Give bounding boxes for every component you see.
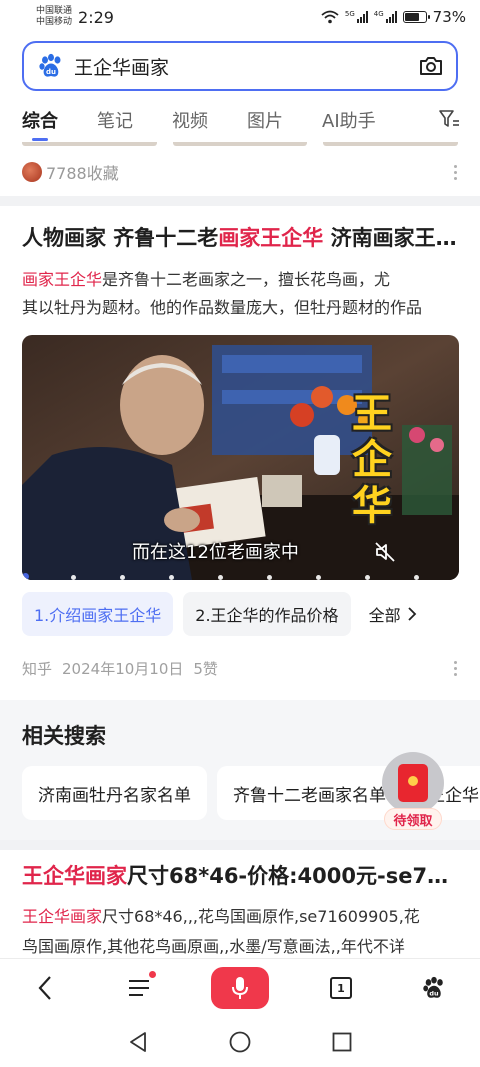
more-options-icon[interactable] xyxy=(454,660,458,676)
search-box[interactable]: du 王企华画家 xyxy=(22,41,458,91)
wifi-icon xyxy=(321,10,339,24)
carrier-1: 中国联通 xyxy=(36,6,73,16)
result-snippet[interactable]: 画家王企华是齐鲁十二老画家之一，擅长花鸟画，尤 其以牡丹为题材。他的作品数量庞大… xyxy=(22,266,458,322)
chapter-row: 1.介绍画家王企华 2.王企华的作品价格 全部 xyxy=(22,592,480,636)
voice-search-button[interactable] xyxy=(211,967,269,1009)
tab-ai-assistant[interactable]: AI助手 xyxy=(322,107,376,133)
menu-button[interactable] xyxy=(124,967,156,1009)
chapter-item[interactable]: 1.介绍画家王企华 xyxy=(22,592,174,636)
tabs-button[interactable]: 1 xyxy=(328,967,354,1009)
video-progress[interactable] xyxy=(22,573,459,580)
baidu-home-button[interactable]: du xyxy=(420,967,448,1009)
progress-dot xyxy=(267,575,272,580)
progress-dot xyxy=(365,575,370,580)
clock: 2:29 xyxy=(78,7,114,27)
progress-dot xyxy=(120,575,125,580)
source-name: 知乎 xyxy=(22,659,53,678)
progress-dot xyxy=(316,575,321,580)
progress-dot xyxy=(71,575,76,580)
nav-home-icon[interactable] xyxy=(229,1031,251,1053)
favorite-row: 7788收藏 xyxy=(22,160,458,184)
related-search-item[interactable]: 济南画牡丹名家名单 xyxy=(22,766,207,820)
red-packet-button[interactable]: 待领取 xyxy=(380,752,446,832)
chapter-item[interactable]: 2.王企华的作品价格 xyxy=(183,592,351,636)
menu-icon xyxy=(129,980,149,996)
search-input[interactable]: 王企华画家 xyxy=(74,53,169,80)
microphone-icon xyxy=(232,977,248,999)
search-tabs: 综合 笔记 视频 图片 AI助手 xyxy=(0,100,480,141)
baidu-paw-icon: du xyxy=(39,53,61,77)
battery-percent: 73% xyxy=(432,8,466,26)
video-player[interactable]: 王 企 华 而在这12位老画家中 xyxy=(22,335,459,580)
nav-recents-icon[interactable] xyxy=(332,1032,352,1052)
mute-icon[interactable] xyxy=(373,540,397,564)
camera-icon[interactable] xyxy=(418,55,444,77)
result-snippet[interactable]: 王企华画家尺寸68*46,,,花鸟国画原作,se71609905,花 鸟国画原作… xyxy=(22,902,462,960)
baidu-paw-icon: du xyxy=(423,976,443,998)
tab-images[interactable]: 图片 xyxy=(247,107,283,133)
divider xyxy=(0,840,480,850)
bottom-toolbar: 1 du xyxy=(0,958,480,1016)
svg-text:du: du xyxy=(46,68,56,76)
signal-icon-1: 5G xyxy=(345,11,368,23)
result-meta: 知乎 2024年10月10日 5赞 xyxy=(22,656,458,680)
progress-dot xyxy=(22,573,29,580)
video-caption: 而在这12位老画家中 xyxy=(132,542,299,563)
carrier-2: 中国移动 xyxy=(36,17,73,27)
tab-video[interactable]: 视频 xyxy=(172,107,208,133)
result-title[interactable]: 王企华画家尺寸68*46-价格:4000元-se71609905 xyxy=(22,860,462,890)
progress-dot xyxy=(414,575,419,580)
avatar xyxy=(22,162,42,182)
red-packet-label: 待领取 xyxy=(384,808,442,830)
notification-dot xyxy=(149,971,156,978)
chapters-all-button[interactable]: 全部 xyxy=(369,602,417,626)
filter-icon[interactable] xyxy=(438,108,460,130)
battery-icon xyxy=(402,11,430,23)
publish-date: 2024年10月10日 xyxy=(62,659,184,678)
previous-card-thumbnails xyxy=(22,142,459,146)
system-nav-bar xyxy=(0,1016,480,1067)
nav-back-icon[interactable] xyxy=(128,1031,148,1053)
signal-icon-2: 4G xyxy=(374,11,397,23)
result-title[interactable]: 人物画家 齐鲁十二老画家王企华 济南画家王企华作品 xyxy=(22,222,462,252)
progress-dot xyxy=(169,575,174,580)
chevron-right-icon xyxy=(407,607,416,621)
related-search-title: 相关搜索 xyxy=(22,724,106,748)
svg-text:du: du xyxy=(429,989,439,997)
back-button[interactable] xyxy=(30,967,60,1009)
carrier-info: 中国联通 中国移动 xyxy=(36,6,72,28)
tab-notes[interactable]: 笔记 xyxy=(97,107,133,133)
tab-all[interactable]: 综合 xyxy=(22,107,58,141)
status-bar: 中国联通 中国移动 2:29 5G 4G 73% xyxy=(0,0,480,34)
like-count: 5赞 xyxy=(193,659,218,678)
favorite-count: 7788收藏 xyxy=(46,164,119,183)
chevron-left-icon xyxy=(38,976,51,1000)
tab-count: 1 xyxy=(330,977,352,999)
related-search-item[interactable]: 齐鲁十二老画家名单 xyxy=(217,766,402,820)
video-title-overlay: 王 企 华 xyxy=(352,391,392,529)
more-options-icon[interactable] xyxy=(454,164,458,180)
progress-dot xyxy=(218,575,223,580)
divider xyxy=(0,196,480,206)
red-envelope-icon xyxy=(398,764,428,802)
